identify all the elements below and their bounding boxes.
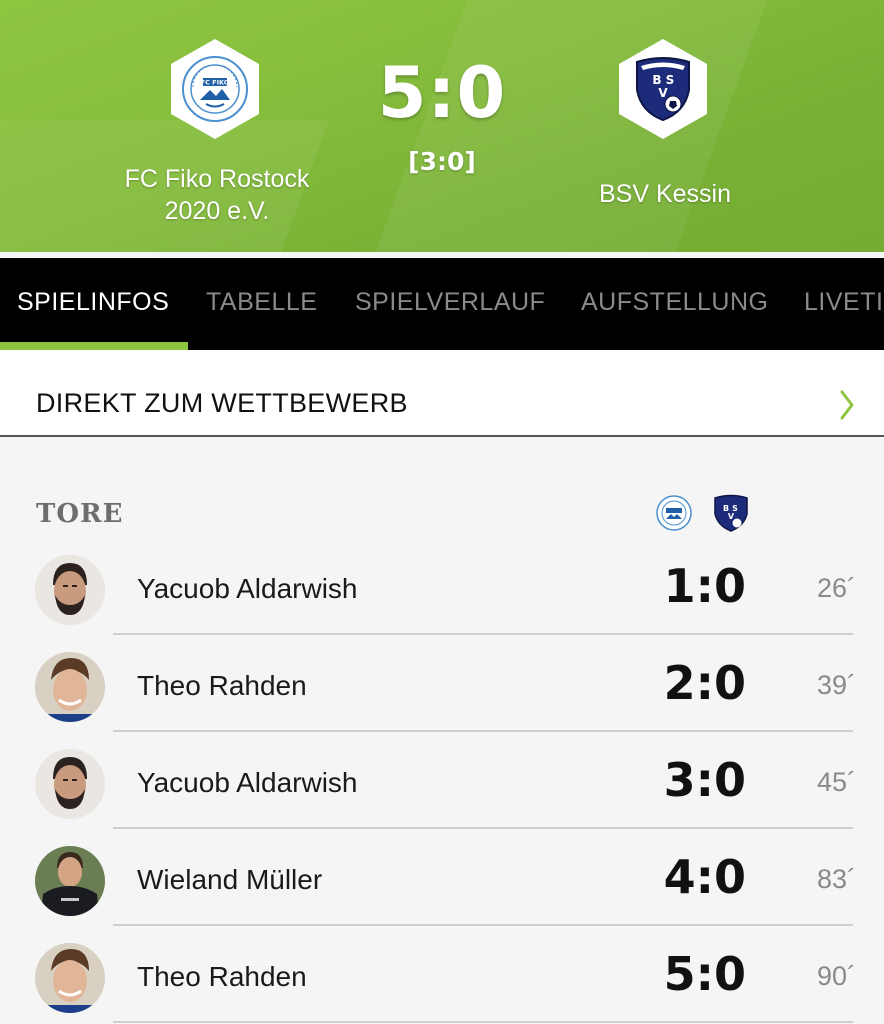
goal-minute: 26´ xyxy=(816,573,856,603)
running-score: 1:0 xyxy=(663,559,746,613)
running-score: 4:0 xyxy=(663,850,746,904)
goal-minute: 90´ xyxy=(816,961,856,991)
running-score: 3:0 xyxy=(663,753,746,807)
goal-row[interactable]: Wieland Müller 4:0 83´ xyxy=(0,846,884,943)
away-team-mini-logo-icon: B S V xyxy=(714,494,748,532)
goal-row[interactable]: Yacuob Aldarwish 3:0 45´ xyxy=(0,749,884,846)
goal-row[interactable]: Yacuob Aldarwish 1:0 26´ xyxy=(0,555,884,652)
row-divider xyxy=(113,827,853,829)
player-avatar xyxy=(35,846,105,916)
running-score: 2:0 xyxy=(663,656,746,710)
fc-fiko-crest-icon: FC FIKO xyxy=(182,56,248,122)
halftime-score: [3:0] xyxy=(408,147,476,176)
scorer-name: Wieland Müller xyxy=(137,864,323,895)
player-avatar xyxy=(35,943,105,1013)
goal-row[interactable]: Theo Rahden 2:0 39´ xyxy=(0,652,884,749)
row-divider xyxy=(113,1021,853,1023)
tab-tabelle[interactable]: TABELLE xyxy=(206,288,317,317)
row-divider xyxy=(113,924,853,926)
goal-minute: 45´ xyxy=(816,767,856,797)
scorer-name: Theo Rahden xyxy=(137,670,307,701)
running-score: 5:0 xyxy=(663,947,746,1001)
tab-spielinfos[interactable]: SPIELINFOS xyxy=(17,288,169,317)
goal-row[interactable]: Theo Rahden 5:0 90´ xyxy=(0,943,884,1024)
tab-spielverlauf[interactable]: SPIELVERLAUF xyxy=(355,288,545,317)
goal-minute: 83´ xyxy=(816,864,856,894)
scorer-name: Yacuob Aldarwish xyxy=(137,573,358,604)
svg-text:S: S xyxy=(666,73,675,87)
svg-text:V: V xyxy=(728,512,735,521)
svg-text:B: B xyxy=(652,73,661,87)
match-header: FC FIKO 5:0 [3:0] B S V FC Fiko Rostock 2… xyxy=(0,0,884,252)
player-avatar xyxy=(35,555,105,625)
competition-link[interactable]: DIREKT ZUM WETTBEWERB xyxy=(0,350,884,437)
active-tab-indicator xyxy=(0,342,188,350)
home-team-mini-logo-icon xyxy=(656,495,692,531)
svg-text:FC FIKO: FC FIKO xyxy=(201,79,230,87)
row-divider xyxy=(113,633,853,635)
goals-section-title: TORE xyxy=(36,499,124,529)
scorer-name: Yacuob Aldarwish xyxy=(137,767,358,798)
goal-minute: 39´ xyxy=(816,670,856,700)
svg-text:V: V xyxy=(658,86,668,100)
competition-link-label: DIREKT ZUM WETTBEWERB xyxy=(36,388,408,418)
tab-aufstellung[interactable]: AUFSTELLUNG xyxy=(581,288,768,317)
row-divider xyxy=(113,730,853,732)
final-score: 5:0 xyxy=(377,52,507,134)
tab-bar: SPIELINFOS TABELLE SPIELVERLAUF AUFSTELL… xyxy=(0,258,884,350)
away-team-name[interactable]: BSV Kessin xyxy=(560,178,770,210)
tab-liveticker[interactable]: LIVETI xyxy=(804,288,883,317)
scorer-name: Theo Rahden xyxy=(137,961,307,992)
bsv-crest-icon: B S V xyxy=(636,57,690,122)
player-avatar xyxy=(35,652,105,722)
home-team-name[interactable]: FC Fiko Rostock 2020 e.V. xyxy=(96,163,338,227)
player-avatar xyxy=(35,749,105,819)
chevron-right-icon xyxy=(840,390,854,420)
